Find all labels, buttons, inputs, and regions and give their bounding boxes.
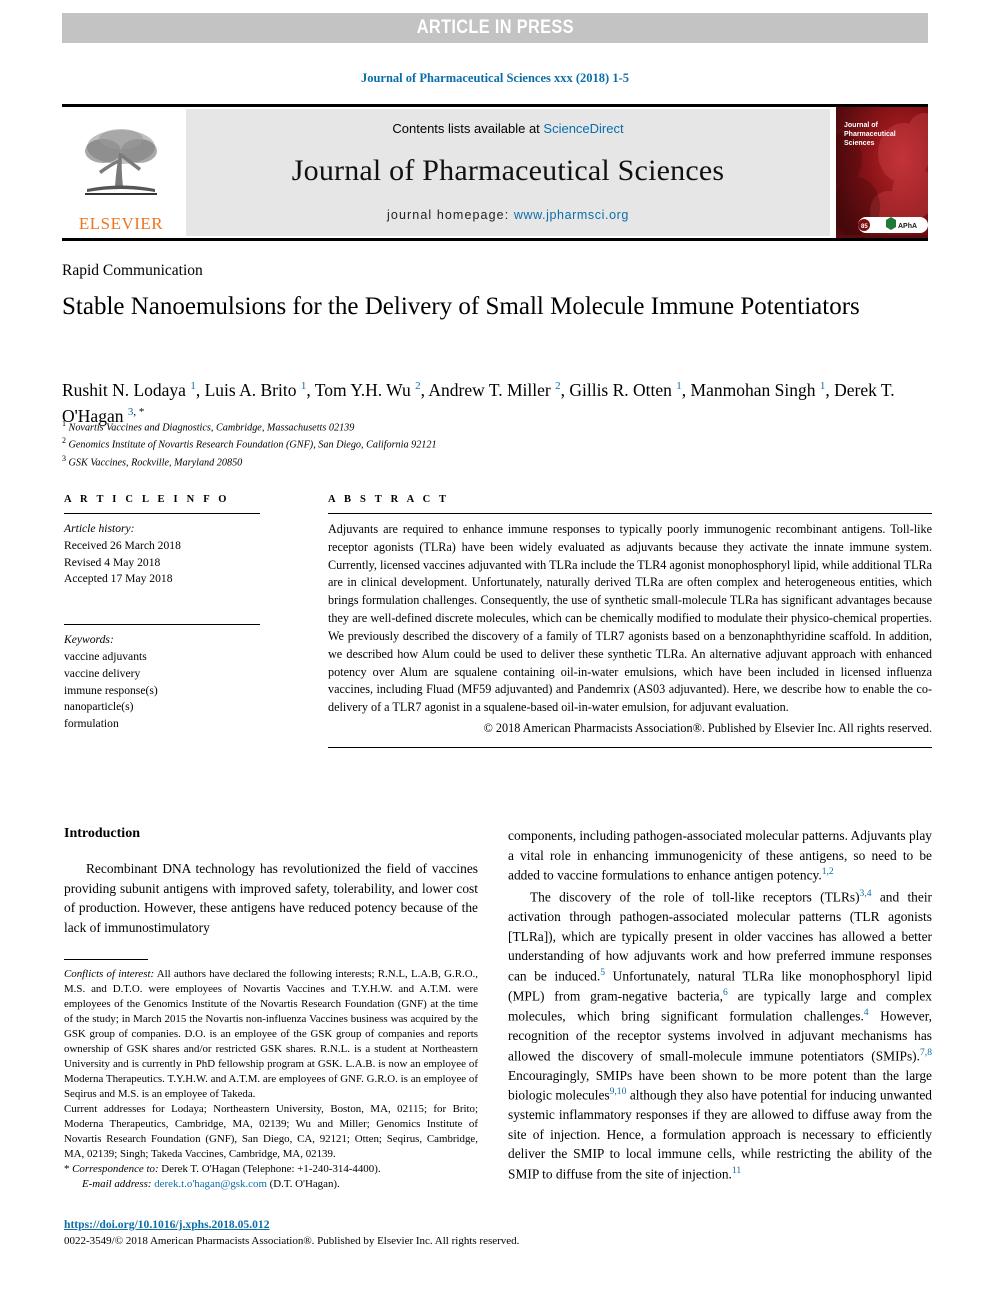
affiliation-item: 3 GSK Vaccines, Rockville, Maryland 2085… bbox=[62, 453, 243, 469]
email-suffix: (D.T. O'Hagan). bbox=[266, 1178, 340, 1191]
article-in-press-banner: ARTICLE IN PRESS bbox=[62, 13, 928, 43]
article-in-press-label: ARTICLE IN PRESS bbox=[416, 17, 574, 38]
abstract-heading: A B S T R A C T bbox=[328, 494, 450, 505]
journal-homepage-link[interactable]: www.jpharmsci.org bbox=[514, 208, 629, 222]
citation-ref[interactable]: 7,8 bbox=[920, 1047, 932, 1058]
footnote-conflicts: Conflicts of interest: All authors have … bbox=[64, 967, 478, 1101]
masthead-center: Contents lists available at ScienceDirec… bbox=[186, 109, 830, 236]
affiliation-list: 1 Novartis Vaccines and Diagnostics, Cam… bbox=[62, 418, 762, 470]
elsevier-wordmark: ELSEVIER bbox=[78, 214, 164, 233]
citation-ref[interactable]: 11 bbox=[732, 1165, 741, 1176]
cover-apha-badge: APhA bbox=[898, 223, 917, 230]
intro-paragraph-right-2: The discovery of the role of toll-like r… bbox=[508, 887, 932, 1184]
intro-paragraph-left: Recombinant DNA technology has revolutio… bbox=[64, 861, 478, 935]
email-address-link[interactable]: derek.t.o'hagan@gsk.com bbox=[154, 1178, 267, 1190]
doi-link[interactable]: https://doi.org/10.1016/j.xphs.2018.05.0… bbox=[64, 1216, 664, 1233]
keyword-item: immune response(s) bbox=[64, 683, 158, 697]
elsevier-logo: ELSEVIER bbox=[62, 107, 180, 238]
keyword-item: vaccine adjuvants bbox=[64, 649, 147, 663]
keyword-item: nanoparticle(s) bbox=[64, 700, 134, 714]
history-item: Revised 4 May 2018 bbox=[64, 555, 161, 569]
email-label: E-mail address: bbox=[82, 1178, 152, 1191]
body-column-left: Introduction Recombinant DNA technology … bbox=[64, 826, 478, 1192]
journal-homepage-line: journal homepage: www.jpharmsci.org bbox=[387, 208, 629, 222]
footnote-addresses: Current addresses for Lodaya; Northeaste… bbox=[64, 1102, 478, 1160]
article-title: Stable Nanoemulsions for the Delivery of… bbox=[62, 293, 860, 320]
article-info-heading: A R T I C L E I N F O bbox=[64, 494, 230, 505]
correspondence-label: Correspondence to: bbox=[72, 1163, 159, 1176]
running-head-citation: Journal of Pharmaceutical Sciences xxx (… bbox=[360, 71, 629, 85]
journal-cover-thumbnail: Journal of Pharmaceutical Sciences 85 AP… bbox=[836, 107, 928, 238]
keywords-block: Keywords: vaccine adjuvants vaccine deli… bbox=[64, 632, 260, 733]
footnote-divider bbox=[64, 959, 148, 961]
affiliation-item: 1 Novartis Vaccines and Diagnostics, Cam… bbox=[62, 419, 355, 434]
journal-masthead: ELSEVIER Contents lists available at Sci… bbox=[62, 104, 928, 241]
article-history-block: Article history: Received 26 March 2018 … bbox=[64, 521, 260, 588]
introduction-heading: Introduction bbox=[64, 826, 140, 841]
citation-ref[interactable]: 1,2 bbox=[822, 866, 834, 877]
article-info-rule bbox=[64, 513, 260, 514]
journal-title: Journal of Pharmaceutical Sciences bbox=[291, 154, 725, 187]
abstract-column: A B S T R A C T Adjuvants are required t… bbox=[328, 494, 932, 748]
correspondence-text: Derek T. O'Hagan (Telephone: +1-240-314-… bbox=[158, 1163, 381, 1176]
article-page: ARTICLE IN PRESS Journal of Pharmaceutic… bbox=[0, 0, 990, 1305]
citation-ref[interactable]: 9,10 bbox=[610, 1086, 627, 1097]
conflicts-label: Conflicts of interest: bbox=[64, 968, 155, 981]
right-p1-text: components, including pathogen-associate… bbox=[508, 828, 932, 883]
issn-copyright-line: 0022-3549/© 2018 American Pharmacists As… bbox=[64, 1235, 520, 1248]
keywords-label: Keywords: bbox=[64, 633, 114, 647]
affiliation-item: 2 Genomics Institute of Novartis Researc… bbox=[62, 436, 437, 451]
cover-title-line-3: Sciences bbox=[844, 140, 874, 147]
contents-available-line: Contents lists available at ScienceDirec… bbox=[392, 121, 623, 136]
conflicts-text: All authors have declared the following … bbox=[64, 968, 479, 1100]
contents-prefix: Contents lists available at bbox=[392, 121, 544, 136]
history-item: Received 26 March 2018 bbox=[64, 538, 181, 552]
abstract-copyright: © 2018 American Pharmacists Association®… bbox=[483, 720, 932, 735]
journal-cover-artwork: Journal of Pharmaceutical Sciences 85 AP… bbox=[836, 107, 928, 238]
article-type-label: Rapid Communication bbox=[62, 262, 203, 279]
keyword-item: formulation bbox=[64, 717, 119, 731]
history-item: Accepted 17 May 2018 bbox=[64, 572, 173, 586]
keyword-item: vaccine delivery bbox=[64, 666, 141, 680]
correspondence-star-icon: * bbox=[64, 1163, 73, 1176]
abstract-rule bbox=[328, 513, 932, 514]
sciencedirect-link[interactable]: ScienceDirect bbox=[543, 121, 623, 136]
abstract-bottom-rule bbox=[328, 746, 932, 748]
intro-paragraph-right-1: components, including pathogen-associate… bbox=[508, 826, 932, 885]
article-history-label: Article history: bbox=[64, 522, 135, 535]
svg-text:85: 85 bbox=[861, 224, 868, 230]
footnote-correspondence: * Correspondence to: Derek T. O'Hagan (T… bbox=[64, 1162, 478, 1177]
elsevier-tree-icon bbox=[85, 129, 157, 195]
body-column-right: components, including pathogen-associate… bbox=[508, 826, 932, 1186]
cover-title-line-1: Journal of bbox=[844, 122, 879, 129]
footnote-email: E-mail address: derek.t.o'hagan@gsk.com … bbox=[64, 1177, 478, 1192]
article-info-column: A R T I C L E I N F O Article history: R… bbox=[64, 494, 260, 733]
citation-ref[interactable]: 3,4 bbox=[860, 888, 872, 899]
keywords-rule bbox=[64, 624, 260, 626]
footer-block: https://doi.org/10.1016/j.xphs.2018.05.0… bbox=[64, 1216, 664, 1250]
abstract-text: Adjuvants are required to enhance immune… bbox=[328, 522, 932, 715]
cover-title-line-2: Pharmaceutical bbox=[844, 131, 896, 138]
right-p2-seg-a: The discovery of the role of toll-like r… bbox=[530, 889, 860, 905]
homepage-prefix: journal homepage: bbox=[387, 208, 514, 222]
